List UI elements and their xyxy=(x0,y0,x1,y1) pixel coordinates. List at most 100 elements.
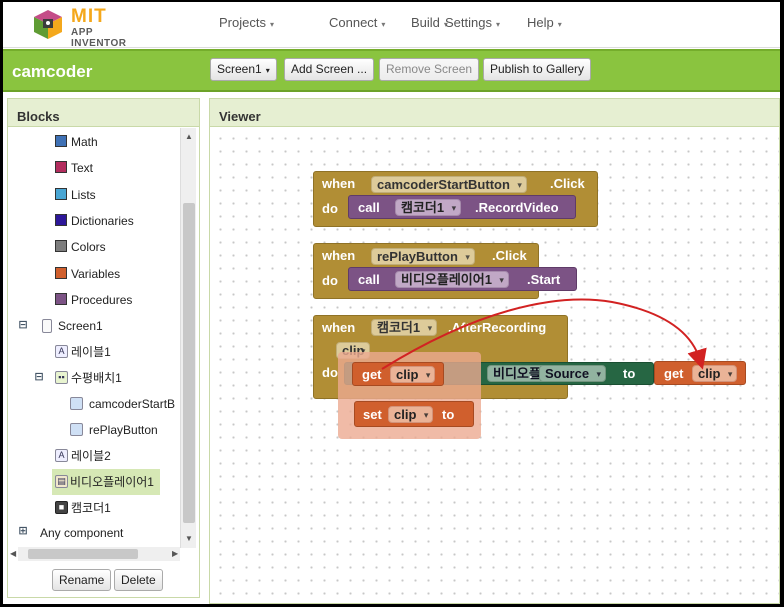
variables-swatch xyxy=(55,267,67,279)
label-icon: A xyxy=(55,345,68,358)
chevron-down-icon: ▾ xyxy=(495,20,500,29)
blocks-horizontal-scrollbar[interactable]: ◀ ▶ xyxy=(10,547,180,561)
collapse-toggle-icon[interactable]: ⊟ xyxy=(18,320,28,331)
blocks-panel: Blocks Math Text Lists Dictionaries Colo… xyxy=(7,98,200,598)
screen1-label: Screen1 xyxy=(58,319,103,333)
nav-settings[interactable]: Settings ▾ xyxy=(445,15,500,30)
viewer-panel-title: Viewer xyxy=(210,99,779,127)
button-icon xyxy=(70,423,83,436)
rename-button[interactable]: Rename xyxy=(52,569,112,591)
builtin-math-label: Math xyxy=(71,135,98,149)
screen-select[interactable]: Screen1 ▾ xyxy=(210,58,277,81)
do-keyword: do xyxy=(322,201,338,216)
builtin-colors-label: Colors xyxy=(71,240,106,254)
arrangement-label: 수평배치1 xyxy=(71,371,122,385)
blocks-workspace[interactable]: when camcoderStartButton .Click do call … xyxy=(214,132,779,602)
blocks-tree: Math Text Lists Dictionaries Colors Vari… xyxy=(8,128,180,548)
text-swatch xyxy=(55,161,67,173)
set-keyword: set xyxy=(363,407,382,422)
dictionaries-swatch xyxy=(55,214,67,226)
project-title: camcoder xyxy=(12,62,93,81)
when-keyword: when xyxy=(322,320,356,335)
expand-toggle-icon[interactable]: ⊞ xyxy=(18,526,28,537)
camcorder-label: 캠코더1 xyxy=(71,501,111,515)
call-block-start[interactable]: call 비디오플레이어1 .Start xyxy=(348,267,577,291)
replay-button-label: rePlayButton xyxy=(89,423,158,437)
label2-label: 레이블2 xyxy=(71,449,111,463)
builtin-procedures-label: Procedures xyxy=(71,293,133,307)
tree-item-videoplayer-selected[interactable]: ▤ 비디오플레이어1 xyxy=(52,469,160,495)
chevron-down-icon: ▾ xyxy=(269,20,274,29)
target-dropdown[interactable]: 캠코더1 xyxy=(395,199,462,216)
scroll-right-icon[interactable]: ▶ xyxy=(172,549,178,558)
add-screen-button[interactable]: Add Screen ... xyxy=(284,58,375,81)
component-dropdown[interactable]: rePlayButton xyxy=(371,248,475,265)
property-dropdown[interactable]: Source xyxy=(539,365,607,382)
get-keyword: get xyxy=(664,366,684,381)
get-keyword: get xyxy=(362,367,382,382)
arrangement-icon: ▪▪ xyxy=(55,371,68,384)
delete-button[interactable]: Delete xyxy=(114,569,163,591)
nav-build[interactable]: Build ▾ xyxy=(411,15,448,30)
viewer-panel: Viewer when camcoderStartButton .Click d… xyxy=(209,98,780,604)
var-dropdown[interactable]: clip xyxy=(388,406,434,423)
do-keyword: do xyxy=(322,273,338,288)
chevron-down-icon: ▾ xyxy=(265,66,270,75)
start-button-label: camcoderStartB xyxy=(89,397,176,411)
builtin-text-label: Text xyxy=(71,161,94,175)
flyout-get-clip-block[interactable]: get clip xyxy=(352,362,444,386)
colors-swatch xyxy=(55,240,67,252)
builtin-variables-label: Variables xyxy=(71,267,121,281)
publish-to-gallery-button[interactable]: Publish to Gallery xyxy=(483,58,592,81)
button-icon xyxy=(70,397,83,410)
scrollbar-thumb[interactable] xyxy=(183,203,195,523)
nav-help[interactable]: Help ▾ xyxy=(527,15,562,30)
component-dropdown[interactable]: 캠코더1 xyxy=(371,319,438,336)
procedures-swatch xyxy=(55,293,67,305)
label-icon: A xyxy=(55,449,68,462)
math-swatch xyxy=(55,135,67,147)
blocks-panel-title: Blocks xyxy=(8,99,199,127)
event-name: .Click xyxy=(550,176,585,191)
component-dropdown[interactable]: camcoderStartButton xyxy=(371,176,527,193)
blocks-vertical-scrollbar[interactable]: ▲ ▼ xyxy=(180,128,196,548)
lists-swatch xyxy=(55,188,67,200)
call-keyword: call xyxy=(358,200,380,215)
builtin-dictionaries-label: Dictionaries xyxy=(71,214,134,228)
nav-projects-label: Projects xyxy=(219,15,266,30)
remove-screen-button[interactable]: Remove Screen xyxy=(379,58,480,81)
event-name: .AfterRecording xyxy=(448,320,547,335)
do-keyword: do xyxy=(322,365,338,380)
chevron-down-icon: ▾ xyxy=(381,20,386,29)
scrollbar-thumb[interactable] xyxy=(28,549,138,559)
top-navigation: MIT APP INVENTOR Projects ▾ Connect ▾ Buil… xyxy=(3,2,780,49)
call-block-recordvideo[interactable]: call 캠코더1 .RecordVideo xyxy=(348,195,576,219)
var-dropdown[interactable]: clip xyxy=(390,366,436,383)
target-dropdown[interactable]: 비디오플레이어1 xyxy=(395,271,509,288)
scroll-up-icon[interactable]: ▲ xyxy=(185,132,193,141)
chevron-down-icon: ▾ xyxy=(557,20,562,29)
builtin-lists-label: Lists xyxy=(71,188,96,202)
get-clip-block[interactable]: get clip xyxy=(654,361,746,385)
any-component-label: Any component xyxy=(40,526,124,540)
video-player-icon: ▤ xyxy=(55,475,68,488)
logo-cube-icon xyxy=(34,10,62,39)
method-name: .RecordVideo xyxy=(475,200,559,215)
var-dropdown[interactable]: clip xyxy=(692,365,738,382)
dot-separator: . xyxy=(529,366,533,381)
app-inventor-logo[interactable]: MIT APP INVENTOR xyxy=(31,5,151,49)
app-window: MIT APP INVENTOR Projects ▾ Connect ▾ Buil… xyxy=(3,2,780,604)
phone-icon xyxy=(42,319,52,333)
project-toolbar: camcoder Screen1 ▾ Add Screen ... Remove … xyxy=(3,49,780,92)
scroll-down-icon[interactable]: ▼ xyxy=(185,534,193,543)
tree-item-screen1[interactable]: Screen1 xyxy=(40,315,140,337)
videoplayer-label: 비디오플레이어1 xyxy=(70,475,154,489)
flyout-set-clip-block[interactable]: set clip to xyxy=(354,401,474,427)
camcorder-icon: ■ xyxy=(55,501,68,514)
scroll-left-icon[interactable]: ◀ xyxy=(10,549,16,558)
nav-connect[interactable]: Connect ▾ xyxy=(329,15,385,30)
brand-mit: MIT xyxy=(71,6,107,27)
event-name: .Click xyxy=(492,248,527,263)
collapse-toggle-icon[interactable]: ⊟ xyxy=(34,372,44,383)
nav-projects[interactable]: Projects ▾ xyxy=(219,15,274,30)
